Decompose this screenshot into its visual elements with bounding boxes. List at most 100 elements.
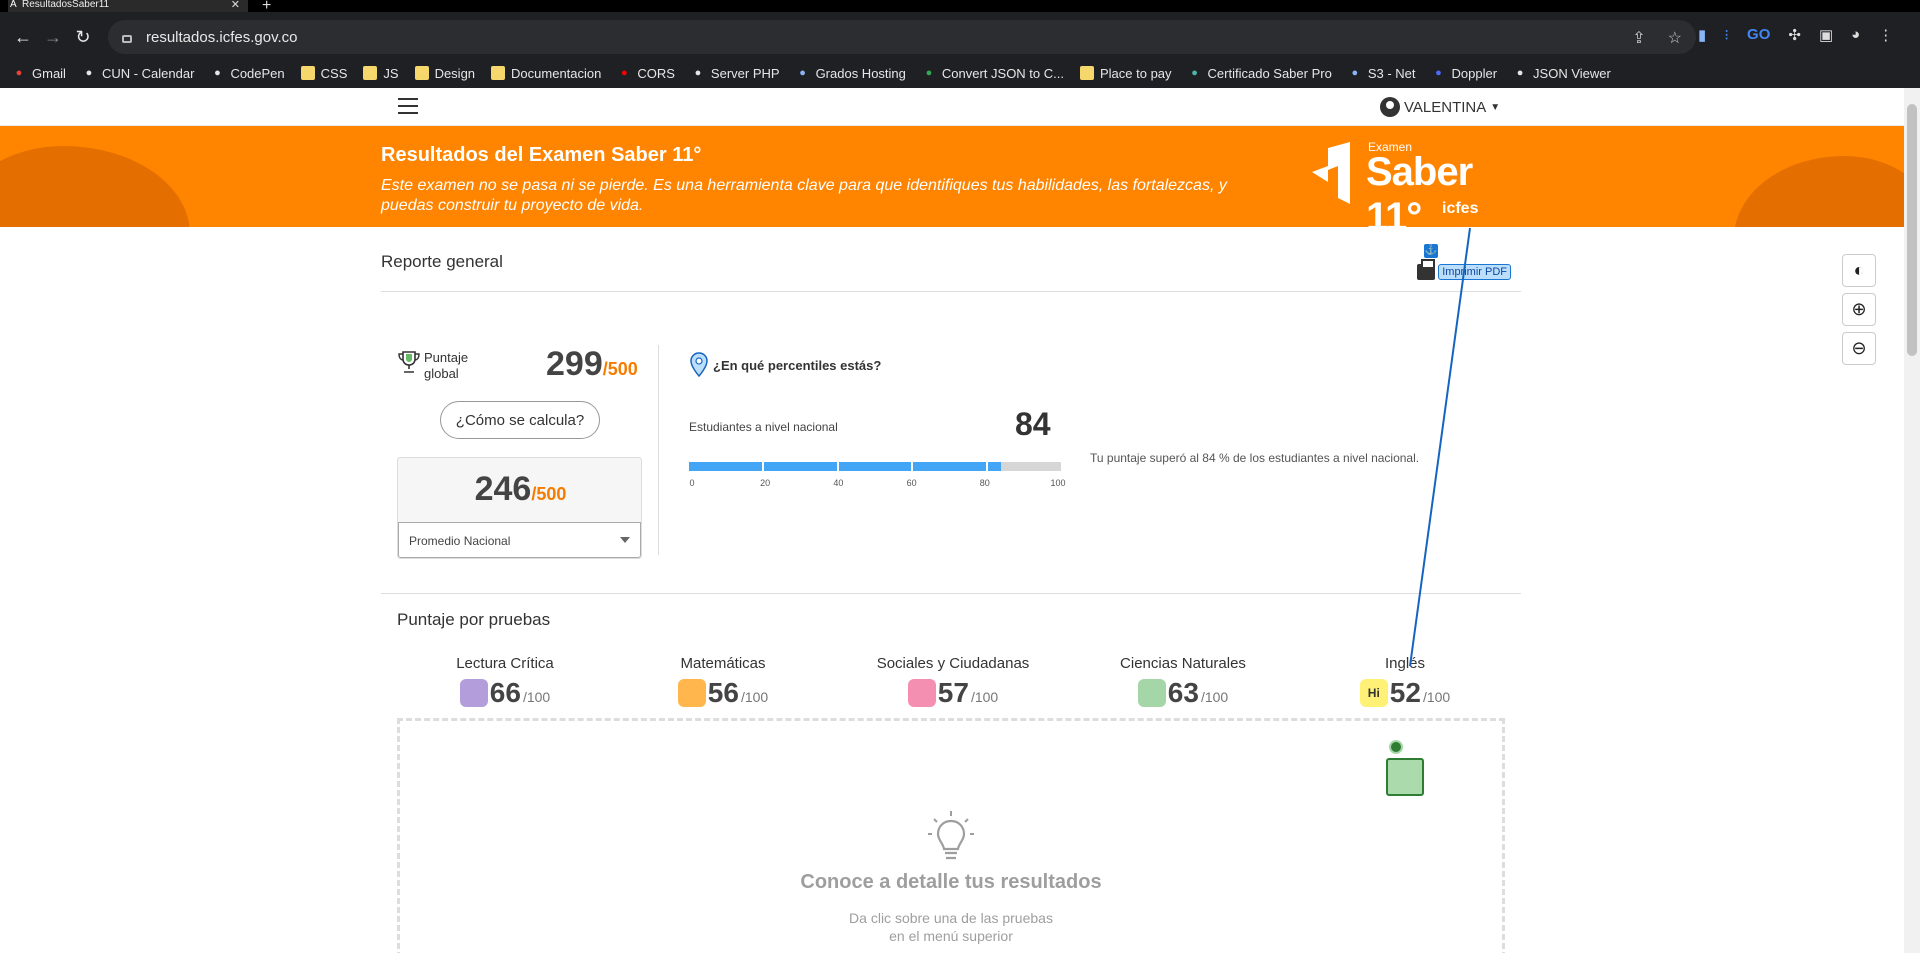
contrast-button[interactable]: ◐ xyxy=(1842,254,1876,287)
browser-tab[interactable]: A ResultadosSaber11 ✕ xyxy=(8,0,248,12)
globe-icon: ● xyxy=(85,67,93,79)
bookmark-label: Grados Hosting xyxy=(815,65,906,81)
address-bar[interactable]: resultados.icfes.gov.co ⇪ ☆ xyxy=(108,20,1696,54)
jc-icon: ● xyxy=(1516,67,1524,79)
test-score-row: 66/100 xyxy=(405,677,605,709)
test-score: 63 xyxy=(1167,677,1199,708)
print-pdf-button[interactable]: Imprimir PDF xyxy=(1417,259,1511,280)
bookmark-item[interactable]: ● Doppler xyxy=(1432,65,1498,81)
bookmark-label: Doppler xyxy=(1451,65,1498,81)
bookmark-item[interactable]: ● Server PHP xyxy=(691,66,780,81)
test-name: Matemáticas xyxy=(680,655,766,672)
back-icon[interactable]: ← xyxy=(8,27,38,48)
puzzle-icon[interactable]: ✣ xyxy=(1788,26,1801,44)
tab-favicon-icon: A xyxy=(10,0,17,10)
scrollbar-thumb[interactable] xyxy=(1907,104,1917,356)
bookmark-label: Server PHP xyxy=(710,65,780,81)
bookmark-item[interactable]: ● S3 - Net xyxy=(1348,66,1415,81)
global-score-max: /500 xyxy=(602,359,638,379)
bookmark-label: JS xyxy=(383,65,399,81)
bookmark-item[interactable]: Design xyxy=(414,66,475,81)
zoom-out-icon: ⊖ xyxy=(1851,338,1867,358)
test-score: 52 xyxy=(1389,677,1421,708)
bookmark-item[interactable]: Place to pay xyxy=(1079,65,1172,81)
speech-hi-icon: Hi xyxy=(1359,679,1388,707)
bookmark-label: CUN - Calendar xyxy=(101,65,195,81)
percentile-heading-text: ¿En qué percentiles estás? xyxy=(713,357,882,373)
detail-subtitle-line2: en el menú superior xyxy=(889,928,1013,944)
p-icon: ● xyxy=(1351,67,1359,79)
detail-title: Conoce a detalle tus resultados xyxy=(800,871,1102,893)
select-arrow-icon xyxy=(620,537,630,543)
progress-tick-label: 20 xyxy=(760,478,771,488)
bookmark-item[interactable]: ● Grados Hosting xyxy=(796,66,906,81)
bookmark-item[interactable]: ● Convert JSON to C... xyxy=(922,66,1064,81)
book-icon xyxy=(459,679,488,707)
lightbulb-icon xyxy=(928,811,974,860)
tab-close-icon[interactable]: ✕ xyxy=(231,0,240,11)
bookmark-item[interactable]: CSS xyxy=(300,66,347,81)
kebab-menu-icon[interactable]: ⋮ xyxy=(1878,26,1893,44)
extension-icon[interactable]: GO xyxy=(1747,26,1770,44)
globe-icon: ● xyxy=(694,67,702,79)
detail-placeholder: Conoce a detalle tus resultados Da clic … xyxy=(397,718,1505,953)
test-score: 56 xyxy=(707,677,739,708)
reload-icon[interactable]: ↻ xyxy=(68,27,98,48)
test-name: Lectura Crítica xyxy=(456,655,554,672)
progress-tick-label: 80 xyxy=(979,478,990,488)
calculator-icon xyxy=(677,679,706,707)
share-icon[interactable]: ⇪ xyxy=(1632,28,1645,48)
bookmark-item[interactable]: Documentacion xyxy=(491,66,601,81)
hero-banner: Resultados del Examen Saber 11° Este exa… xyxy=(0,126,1904,227)
section-divider xyxy=(381,593,1521,594)
bookmark-item[interactable]: ● CUN - Calendar xyxy=(82,65,195,81)
side-panel-icon[interactable]: ▣ xyxy=(1819,26,1833,44)
contrast-icon: ◐ xyxy=(1853,260,1865,280)
bookmark-item[interactable]: ● CodePen xyxy=(210,66,285,81)
bookmark-label: Certificado Saber Pro xyxy=(1207,65,1332,81)
p-icon: ● xyxy=(799,67,806,79)
hamburger-menu-icon[interactable] xyxy=(398,98,418,114)
tab-title: ResultadosSaber11 xyxy=(22,0,110,10)
test-tab[interactable]: Matemáticas 56/100 xyxy=(623,655,823,709)
bookmark-label: Gmail xyxy=(32,65,66,81)
bookmark-label: JSON Viewer xyxy=(1533,65,1611,81)
zoom-out-button[interactable]: ⊖ xyxy=(1842,332,1876,365)
bookmark-label: Place to pay xyxy=(1099,65,1172,81)
page-scrollbar[interactable] xyxy=(1904,88,1920,953)
how-calculated-button[interactable]: ¿Cómo se calcula? xyxy=(440,401,600,439)
test-score-max: /100 xyxy=(1200,689,1229,705)
forward-icon[interactable]: → xyxy=(38,27,68,48)
test-name: Sociales y Ciudadanas xyxy=(876,655,1030,672)
bookmark-item[interactable]: ● Gmail xyxy=(12,66,66,81)
test-tab[interactable]: Sociales y Ciudadanas 57/100 xyxy=(853,655,1053,709)
bookmark-label: Documentacion xyxy=(511,65,602,81)
anchor-marker-icon: ⚓ xyxy=(1424,244,1438,258)
bookmark-item[interactable]: ● Certificado Saber Pro xyxy=(1188,66,1332,81)
test-tab[interactable]: Ciencias Naturales 63/100 xyxy=(1083,655,1283,709)
test-score: 57 xyxy=(937,677,969,708)
profile-avatar-icon[interactable]: ◕ xyxy=(1851,26,1860,44)
site-topbar: VALENTINA ▼ xyxy=(0,88,1904,126)
bookmark-star-icon[interactable]: ☆ xyxy=(1668,28,1682,48)
average-type-select[interactable]: Promedio Nacional xyxy=(398,522,641,558)
test-tab[interactable]: Lectura Crítica 66/100 xyxy=(405,655,605,709)
extension-icon[interactable]: ⁝ xyxy=(1724,26,1729,44)
bookmark-item[interactable]: ● CORS xyxy=(617,66,675,81)
percentile-progress-bar xyxy=(689,462,1061,471)
progress-tick-label: 0 xyxy=(689,478,695,488)
test-score: 66 xyxy=(489,677,521,708)
web-page: VALENTINA ▼ Resultados del Examen Saber … xyxy=(0,88,1904,953)
folder-icon xyxy=(363,66,378,80)
extension-icon[interactable]: ▮ xyxy=(1698,26,1706,44)
percentile-value: 84 xyxy=(1015,406,1051,442)
globe-people-icon xyxy=(907,679,936,707)
bookmark-item[interactable]: JS xyxy=(363,65,399,81)
user-menu[interactable]: VALENTINA ▼ xyxy=(1380,97,1500,117)
test-tab[interactable]: Inglés Hi 52/100 xyxy=(1305,655,1505,709)
bookmark-item[interactable]: ● JSON Viewer xyxy=(1513,66,1611,81)
test-score-row: 63/100 xyxy=(1083,677,1283,709)
zoom-in-button[interactable]: ⊕ xyxy=(1842,293,1876,326)
global-score-text: Puntaje global xyxy=(424,350,469,381)
extensions-area: ▮ ⁝ GO ✣ ▣ ◕ ⋮ xyxy=(1698,26,1893,44)
